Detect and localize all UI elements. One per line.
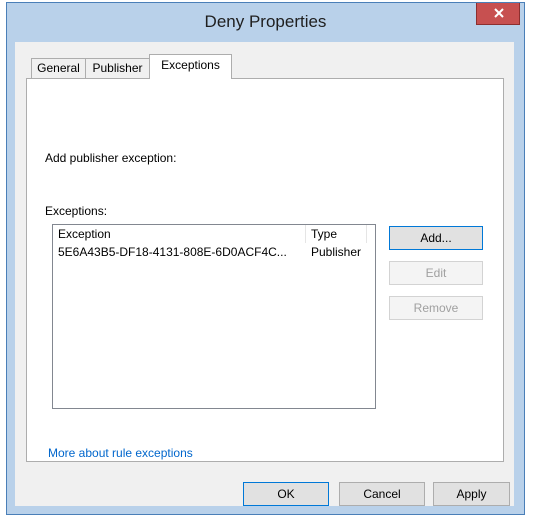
add-button[interactable]: Add... xyxy=(389,226,483,250)
title-bar[interactable]: Deny Properties xyxy=(7,3,524,42)
close-button[interactable] xyxy=(476,3,520,25)
list-item-type: Publisher xyxy=(311,245,362,259)
add-publisher-exception-label: Add publisher exception: xyxy=(45,151,177,165)
dialog-client-area: General Publisher Exceptions Add publish… xyxy=(15,42,514,506)
cancel-button[interactable]: Cancel xyxy=(339,482,425,506)
apply-button[interactable]: Apply xyxy=(433,482,510,506)
close-icon xyxy=(494,8,504,18)
dialog-window: Deny Properties General Publisher Except… xyxy=(6,2,525,515)
more-about-rule-exceptions-link[interactable]: More about rule exceptions xyxy=(48,446,193,460)
list-item[interactable]: 5E6A43B5-DF18-4131-808E-6D0ACF4C... Publ… xyxy=(53,244,375,261)
column-separator[interactable] xyxy=(366,225,367,243)
exceptions-list[interactable]: Exception Type 5E6A43B5-DF18-4131-808E-6… xyxy=(52,224,376,409)
column-header-exception[interactable]: Exception xyxy=(53,225,305,243)
edit-button[interactable]: Edit xyxy=(389,261,483,285)
remove-button[interactable]: Remove xyxy=(389,296,483,320)
tab-general[interactable]: General xyxy=(31,58,86,78)
window-title: Deny Properties xyxy=(204,12,327,31)
exceptions-label: Exceptions: xyxy=(45,204,108,218)
ok-button[interactable]: OK xyxy=(243,482,329,506)
list-header: Exception Type xyxy=(53,225,375,243)
exceptions-tab-panel: Add publisher exception: Exceptions: Exc… xyxy=(26,78,504,462)
tab-publisher[interactable]: Publisher xyxy=(85,58,150,78)
column-header-type[interactable]: Type xyxy=(306,225,366,243)
tab-exceptions[interactable]: Exceptions xyxy=(149,54,232,79)
list-item-exception: 5E6A43B5-DF18-4131-808E-6D0ACF4C... xyxy=(58,245,287,259)
